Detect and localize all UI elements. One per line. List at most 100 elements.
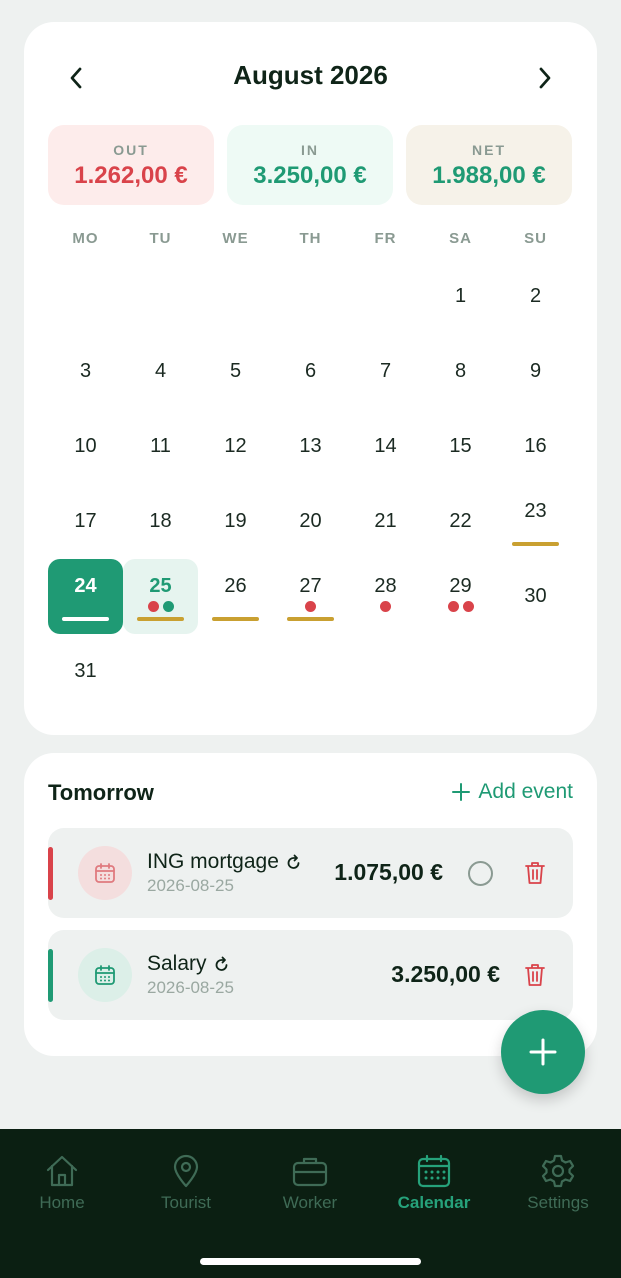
event-name-row: ING mortgage bbox=[147, 850, 302, 874]
day-cell-23[interactable]: 23 bbox=[498, 484, 573, 559]
tab-worker[interactable]: Worker bbox=[255, 1151, 365, 1213]
event-item-ing-mortgage[interactable]: ING mortgage 2026-08-25 1.075,00 € bbox=[48, 828, 573, 918]
day-number: 31 bbox=[74, 660, 97, 682]
day-cell-25[interactable]: 25 bbox=[123, 559, 198, 634]
empty-day-cell bbox=[123, 259, 198, 334]
tab-settings[interactable]: Settings bbox=[503, 1151, 613, 1213]
day-cell-10[interactable]: 10 bbox=[48, 409, 123, 484]
plus-icon bbox=[452, 783, 471, 801]
day-cell-16[interactable]: 16 bbox=[498, 409, 573, 484]
empty-day-cell bbox=[273, 259, 348, 334]
day-cell-18[interactable]: 18 bbox=[123, 484, 198, 559]
home-indicator bbox=[200, 1258, 421, 1265]
day-cell-15[interactable]: 15 bbox=[423, 409, 498, 484]
day-cell-21[interactable]: 21 bbox=[348, 484, 423, 559]
recurring-icon bbox=[287, 854, 300, 869]
next-month-button[interactable] bbox=[529, 62, 561, 94]
day-cell-17[interactable]: 17 bbox=[48, 484, 123, 559]
day-cell-2[interactable]: 2 bbox=[498, 259, 573, 334]
empty-day-cell bbox=[48, 259, 123, 334]
day-cell-28[interactable]: 28 bbox=[348, 559, 423, 634]
event-item-salary[interactable]: Salary 2026-08-25 3.250,00 € bbox=[48, 930, 573, 1020]
day-cell-22[interactable]: 22 bbox=[423, 484, 498, 559]
day-number: 20 bbox=[299, 510, 322, 532]
summary-out-value: 1.262,00 € bbox=[74, 162, 188, 189]
day-cell-12[interactable]: 12 bbox=[198, 409, 273, 484]
event-date: 2026-08-25 bbox=[147, 978, 234, 997]
day-cell-30[interactable]: 30 bbox=[498, 559, 573, 634]
day-grid: 1 2 3 4 5 6 7 8 9 10 11 12 13 14 15 16 17 18 19 20 21 22 23 24 2… bbox=[48, 259, 573, 709]
bottom-tab-bar: Home Tourist Worker Calendar Settings bbox=[0, 1129, 621, 1278]
day-cell-14[interactable]: 14 bbox=[348, 409, 423, 484]
tab-tourist[interactable]: Tourist bbox=[131, 1151, 241, 1213]
expense-dot bbox=[447, 601, 459, 612]
day-number: 19 bbox=[224, 510, 247, 532]
day-number: 14 bbox=[374, 435, 397, 457]
tab-calendar[interactable]: Calendar bbox=[379, 1151, 489, 1213]
events-header: Tomorrow Add event bbox=[48, 777, 573, 807]
day-cell-3[interactable]: 3 bbox=[48, 334, 123, 409]
tab-label: Settings bbox=[527, 1193, 589, 1212]
event-name-row: Salary bbox=[147, 952, 230, 976]
calendar-card: August 2026 OUT 1.262,00 € IN 3.250,00 €… bbox=[24, 22, 597, 735]
tab-home[interactable]: Home bbox=[7, 1151, 117, 1213]
add-event-button[interactable]: Add event bbox=[452, 780, 573, 804]
day-cell-19[interactable]: 19 bbox=[198, 484, 273, 559]
day-number: 4 bbox=[154, 360, 167, 382]
weekday-label: TH bbox=[299, 230, 322, 247]
home-icon bbox=[46, 1155, 78, 1187]
day-cell-4[interactable]: 4 bbox=[123, 334, 198, 409]
tab-label: Worker bbox=[282, 1193, 338, 1212]
day-cell-5[interactable]: 5 bbox=[198, 334, 273, 409]
day-cell-20[interactable]: 20 bbox=[273, 484, 348, 559]
day-cell-9[interactable]: 9 bbox=[498, 334, 573, 409]
delete-event-button[interactable] bbox=[523, 860, 547, 886]
day-cell-26[interactable]: 26 bbox=[198, 559, 273, 634]
delete-event-button[interactable] bbox=[523, 962, 547, 988]
income-indicator bbox=[48, 949, 53, 1002]
day-number: 27 bbox=[299, 575, 322, 597]
weekday-label: MO bbox=[72, 230, 99, 247]
day-cell-7[interactable]: 7 bbox=[348, 334, 423, 409]
tab-label: Calendar bbox=[397, 1193, 471, 1212]
day-cell-29[interactable]: 29 bbox=[423, 559, 498, 634]
tab-label: Tourist bbox=[160, 1193, 212, 1212]
income-dot bbox=[162, 601, 174, 612]
plus-icon bbox=[529, 1038, 557, 1066]
summary-net-value: 1.988,00 € bbox=[432, 162, 546, 189]
day-number: 15 bbox=[449, 435, 472, 457]
summary-in: IN 3.250,00 € bbox=[227, 125, 393, 205]
day-underline bbox=[212, 617, 259, 621]
day-underline bbox=[62, 617, 109, 621]
weekday-label: SU bbox=[524, 230, 547, 247]
day-cell-31[interactable]: 31 bbox=[48, 634, 123, 709]
day-cell-24[interactable]: 24 bbox=[48, 559, 123, 634]
weekday-label: FR bbox=[374, 230, 397, 247]
day-cell-8[interactable]: 8 bbox=[423, 334, 498, 409]
add-fab-button[interactable] bbox=[501, 1010, 585, 1094]
summary-in-label: IN bbox=[301, 142, 319, 158]
weekday-label: WE bbox=[222, 230, 249, 247]
event-type-badge bbox=[78, 948, 132, 1002]
day-cell-27[interactable]: 27 bbox=[273, 559, 348, 634]
day-cell-13[interactable]: 13 bbox=[273, 409, 348, 484]
day-number: 8 bbox=[454, 360, 467, 382]
weekday-label: TU bbox=[149, 230, 172, 247]
summary-out-label: OUT bbox=[113, 142, 149, 158]
day-cell-6[interactable]: 6 bbox=[273, 334, 348, 409]
summary-in-value: 3.250,00 € bbox=[253, 162, 367, 189]
day-cell-1[interactable]: 1 bbox=[423, 259, 498, 334]
day-number: 21 bbox=[374, 510, 397, 532]
mark-paid-checkbox[interactable] bbox=[468, 861, 493, 886]
summary-net-label: NET bbox=[472, 142, 506, 158]
month-header: August 2026 bbox=[24, 58, 597, 98]
event-name: ING mortgage bbox=[147, 850, 279, 873]
day-underline bbox=[287, 617, 334, 621]
event-dots bbox=[305, 601, 316, 612]
weekday-label: SA bbox=[449, 230, 472, 247]
expense-dot bbox=[380, 601, 391, 612]
day-number: 24 bbox=[74, 575, 97, 597]
tab-label: Home bbox=[39, 1193, 85, 1212]
empty-day-cell bbox=[348, 259, 423, 334]
day-cell-11[interactable]: 11 bbox=[123, 409, 198, 484]
